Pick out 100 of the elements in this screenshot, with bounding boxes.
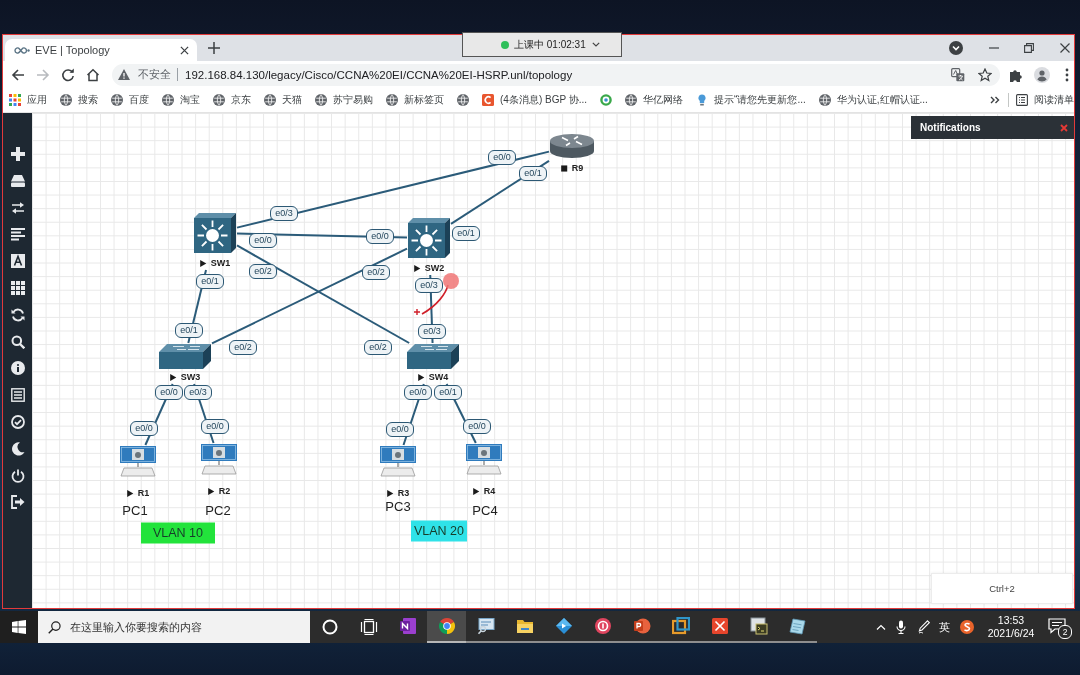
close-icon[interactable] — [180, 45, 189, 55]
cortana-icon[interactable] — [320, 618, 339, 636]
slides-app-icon[interactable] — [632, 617, 651, 635]
chevron-up-icon[interactable] — [876, 624, 886, 630]
bookmark-link[interactable]: 百度 — [111, 93, 149, 107]
multilayer-switch-icon[interactable] — [408, 218, 450, 258]
running-state-icon[interactable] — [417, 373, 425, 381]
info-icon[interactable] — [10, 361, 25, 376]
swap-arrows-icon[interactable] — [10, 200, 25, 215]
switch-icon[interactable] — [159, 344, 211, 369]
start-button[interactable] — [0, 611, 38, 643]
align-left-icon[interactable] — [10, 227, 25, 242]
zoom-icon[interactable] — [10, 334, 25, 349]
switch-icon[interactable] — [407, 344, 459, 369]
port-label: e0/1 — [196, 273, 224, 289]
running-state-icon[interactable] — [386, 489, 394, 497]
power-icon[interactable] — [10, 468, 25, 483]
canvas-text: PC1 — [122, 502, 148, 518]
address-bar[interactable]: 不安全 192.168.84.130/legacy/Cisco/CCNA%20EI/CCNA%20EI-HSRP.unl/topology — [112, 63, 1000, 86]
translate-icon[interactable] — [951, 67, 965, 82]
multilayer-switch-icon[interactable] — [194, 213, 236, 253]
new-tab-icon[interactable] — [208, 42, 220, 54]
bookmark-link[interactable]: 华为认证,红帽认证... — [818, 93, 928, 107]
diamond-icon[interactable] — [554, 617, 573, 635]
microphone-icon[interactable] — [896, 620, 906, 634]
home-icon[interactable] — [86, 67, 100, 82]
computer-icon[interactable] — [120, 446, 156, 477]
terminal-icon[interactable] — [749, 617, 768, 635]
computer-icon[interactable] — [201, 444, 237, 475]
cursor-highlight-icon — [443, 273, 459, 289]
bookmark-link[interactable]: 新标签页 — [386, 93, 444, 107]
running-state-icon[interactable] — [169, 373, 177, 381]
running-state-icon[interactable] — [472, 487, 480, 495]
bookmark-link[interactable]: 天猫 — [264, 93, 302, 107]
bookmark-link[interactable]: 淘宝 — [162, 93, 200, 107]
ring-icon[interactable] — [600, 94, 613, 106]
input-language-indicator[interactable]: 英 — [939, 619, 950, 635]
moon-icon[interactable] — [10, 441, 25, 456]
node-name: R1 — [137, 488, 150, 498]
router-icon[interactable] — [550, 133, 594, 159]
node-name: SW3 — [180, 372, 201, 382]
restore-icon[interactable] — [1024, 43, 1034, 53]
security-chip[interactable]: 不安全 — [118, 67, 171, 82]
storage-icon[interactable] — [10, 173, 25, 188]
link-line[interactable] — [236, 244, 411, 344]
logout-icon[interactable] — [10, 495, 25, 510]
notepad-icon[interactable] — [788, 617, 807, 635]
input-method-icon[interactable] — [960, 620, 974, 634]
bookmark-link[interactable]: 应用 — [9, 93, 47, 107]
browser-icon[interactable] — [437, 617, 456, 635]
bookmark-link[interactable]: 搜索 — [60, 93, 98, 107]
folder-icon[interactable] — [515, 617, 534, 635]
port-label: e0/3 — [270, 205, 298, 221]
bookmark-link[interactable]: 华亿网络 — [625, 93, 684, 107]
document-list-icon[interactable] — [10, 388, 25, 403]
computer-icon[interactable] — [466, 444, 502, 475]
check-circle-icon[interactable] — [10, 414, 25, 429]
grid-icon[interactable] — [10, 281, 25, 295]
menu-icon[interactable] — [1065, 67, 1069, 82]
text-box-icon[interactable] — [10, 254, 25, 269]
port-label: e0/2 — [249, 263, 277, 279]
caret-icon[interactable] — [591, 42, 600, 47]
refresh-icon[interactable] — [10, 307, 25, 322]
running-state-icon[interactable] — [126, 489, 134, 497]
close-icon[interactable] — [1060, 43, 1070, 53]
pen-icon[interactable] — [918, 620, 930, 634]
back-icon[interactable] — [11, 67, 25, 82]
canvas-text: PC4 — [472, 502, 498, 518]
search-field[interactable]: 在这里输入你要搜索的内容 — [38, 611, 310, 643]
bookmark-link[interactable]: 京东 — [213, 93, 251, 107]
add-icon[interactable] — [10, 147, 25, 161]
running-state-icon[interactable] — [207, 487, 215, 495]
more-bookmarks-icon[interactable] — [990, 96, 1000, 104]
computer-icon[interactable] — [380, 446, 416, 477]
notification-icon[interactable] — [1048, 618, 1066, 634]
reload-icon[interactable] — [61, 67, 75, 82]
round-app-icon[interactable] — [593, 617, 612, 635]
node-name: SW1 — [210, 258, 231, 268]
squares-app-icon[interactable] — [671, 617, 690, 635]
notifications-title: Notifications — [920, 122, 981, 133]
stopped-state-icon[interactable] — [560, 164, 568, 172]
task-view-icon[interactable] — [359, 618, 378, 636]
cross-tile-icon[interactable] — [710, 617, 729, 635]
running-state-icon[interactable] — [199, 259, 207, 267]
extensions-icon[interactable] — [1009, 67, 1023, 82]
note-app-icon[interactable] — [398, 617, 417, 635]
monitor-icon[interactable] — [476, 617, 495, 635]
globe-icon[interactable] — [457, 94, 469, 106]
profile-icon[interactable] — [1034, 66, 1050, 83]
running-state-icon[interactable] — [413, 264, 421, 272]
bookmark-link[interactable]: (4条消息) BGP 协... — [482, 93, 588, 107]
taskbar-app-button[interactable] — [427, 611, 466, 643]
port-label: e0/0 — [488, 149, 516, 165]
bookmark-link[interactable]: 苏宁易购 — [315, 93, 373, 107]
browser-tab[interactable]: EVE | Topology — [5, 39, 197, 61]
bookmark-star-icon[interactable] — [978, 67, 992, 82]
tab-search-icon[interactable] — [949, 41, 963, 55]
reading-list-link[interactable]: 阅读清单 — [1016, 93, 1074, 107]
bookmark-link[interactable]: 提示“请您先更新您... — [696, 93, 806, 107]
clock[interactable]: 13:53 2021/6/24 — [986, 614, 1036, 640]
